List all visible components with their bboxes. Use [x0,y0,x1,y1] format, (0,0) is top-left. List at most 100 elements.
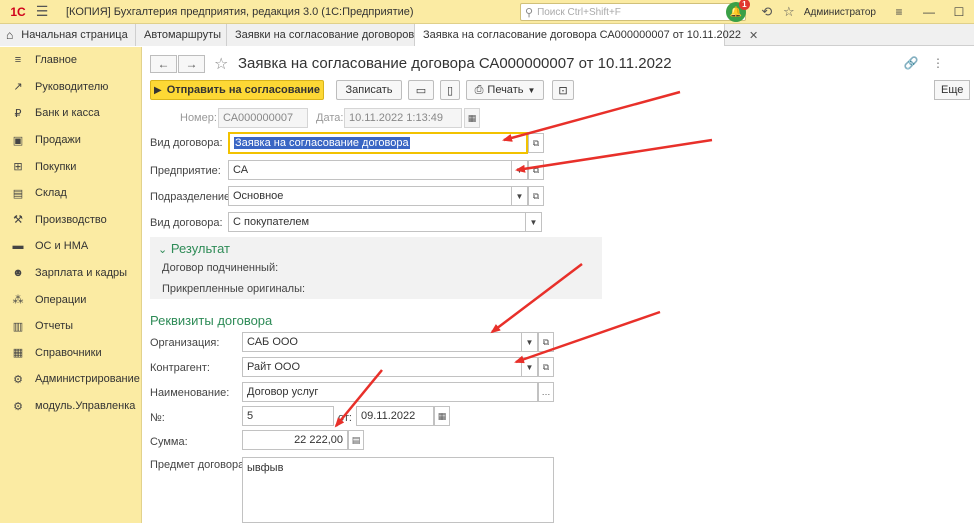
assets-icon: ▬ [12,240,24,253]
settings-icon[interactable]: ≡ [884,5,914,19]
sidebar-item-manager[interactable]: ↗ Руководителю [0,74,141,101]
favorite-star-icon[interactable]: ☆ [214,54,228,74]
app-title: [КОПИЯ] Бухгалтерия предприятия, редакци… [66,5,414,18]
organization-field[interactable]: САБ ООО [242,332,522,352]
calendar-icon[interactable]: ▦ [434,406,450,426]
main-menu-icon[interactable]: ☰ [30,2,54,22]
post-doc-icon[interactable]: ▭ [408,80,434,100]
sidebar-item-label: Покупки [35,160,77,173]
number-label: Номер: [180,112,217,124]
sidebar-item-salary[interactable]: ☻ Зарплата и кадры [0,260,141,287]
notifications-icon[interactable]: 🔔 1 [725,0,750,22]
warehouse-icon: ▤ [12,187,24,200]
ruble-icon: ₽ [14,107,22,120]
chevron-down-icon: ⌄ [158,244,168,256]
subject-textarea[interactable]: ывфыв [242,457,554,523]
search-icon: ⚲ [525,6,534,19]
contract-kind-field[interactable]: Заявка на согласование договора [228,132,528,154]
date-field[interactable]: 10.11.2022 1:13:49 [344,108,462,128]
open-icon[interactable]: ⧉ [528,186,544,206]
tab-contract-requests[interactable]: Заявки на согласование договоров [227,24,415,46]
date-label: Дата: [316,112,344,124]
close-tab-icon[interactable]: ✕ [749,29,758,42]
tab-current-request[interactable]: Заявка на согласование договора СА000000… [415,24,758,46]
sidebar-item-production[interactable]: ⚒ Производство [0,207,141,234]
preview-icon[interactable]: ⊡ [552,80,574,100]
dropdown-icon[interactable]: ▼ [512,160,528,180]
sum-field[interactable]: 22 222,00 [242,430,348,450]
contract-number-field[interactable]: 5 [242,406,334,426]
send-button-label: Отправить на согласование [166,84,321,96]
home-icon: ⌂ [6,28,14,42]
sidebar-item-label: Банк и касса [35,107,100,120]
favorites-star-icon[interactable]: ☆ [778,4,800,20]
name-field[interactable]: Договор услуг [242,382,538,402]
open-icon[interactable]: ⧉ [538,357,554,377]
gear-small-icon: ⚙ [13,400,23,413]
number-field[interactable]: СА000000007 [218,108,308,128]
search-input[interactable]: ⚲ Поиск Ctrl+Shift+F [520,3,746,21]
division-label: Подразделение: [150,191,234,203]
from-date-field[interactable]: 09.11.2022 [356,406,434,426]
calculator-icon[interactable]: ▤ [348,430,364,450]
maximize-icon[interactable]: ☐ [944,5,974,19]
tab-autoroutes[interactable]: Автомаршруты [136,24,227,46]
dropdown-icon[interactable]: ▼ [526,212,542,232]
requisites-title: Реквизиты договора [150,313,273,328]
more-button[interactable]: Еще [934,80,970,100]
send-for-approval-button[interactable]: ▶ Отправить на согласование [150,80,324,100]
forward-arrow-icon[interactable]: → [178,55,205,73]
open-icon[interactable]: ⧉ [538,332,554,352]
sidebar-item-bank[interactable]: ₽ Банк и касса [0,100,141,127]
calendar-icon[interactable]: ▦ [464,108,480,128]
back-arrow-icon[interactable]: ← [150,55,177,73]
sidebar-item-purchases[interactable]: ⊞ Покупки [0,153,141,180]
name-label: Наименование: [150,387,230,399]
sidebar-item-label: модуль.Управленка [35,400,136,413]
result-group-title[interactable]: ⌄ Результат [158,241,230,256]
minimize-icon[interactable]: — [914,5,944,19]
sidebar-item-warehouse[interactable]: ▤ Склад [0,180,141,207]
sidebar-item-main[interactable]: ≡ Главное [0,47,141,74]
division-field[interactable]: Основное [228,186,512,206]
sidebar-item-label: Склад [35,187,67,200]
title-bar-right: 🔔 1 ⟲ ☆ Администратор ≡ — ☐ [725,0,974,24]
reports-icon: ▥ [12,320,24,333]
originals-label: Прикрепленные оригиналы: [162,283,306,295]
dropdown-icon[interactable]: ▼ [512,186,528,206]
link-icon[interactable]: 🔗 [904,56,919,70]
open-icon[interactable]: ⧉ [528,133,544,153]
enterprise-field[interactable]: СА [228,160,512,180]
sidebar-item-assets[interactable]: ▬ ОС и НМА [0,233,141,260]
cart-sales-icon: ▣ [12,134,24,147]
result-group: ⌄ Результат Договор подчиненный: Прикреп… [150,237,602,299]
contract-kind-value: Заявка на согласование договора [234,137,410,149]
sidebar-item-admin[interactable]: ⚙ Администрирование [0,366,141,393]
document-icon[interactable]: ▯ [440,80,460,100]
sidebar-item-catalogs[interactable]: ▦ Справочники [0,340,141,367]
books-icon: ▦ [12,347,24,360]
select-ellipsis-icon[interactable]: … [538,382,554,402]
tab-home[interactable]: ⌂ Начальная страница [0,24,136,46]
print-button[interactable]: ⎙ Печать ▼ [466,80,544,100]
open-icon[interactable]: ⧉ [528,160,544,180]
result-title: Результат [170,241,230,256]
more-vertical-icon[interactable]: ⋮ [932,56,944,70]
sidebar-item-label: Руководителю [35,80,109,93]
save-button[interactable]: Записать [336,80,402,100]
sidebar-item-reports[interactable]: ▥ Отчеты [0,313,141,340]
sidebar-item-operations[interactable]: ⁂ Операции [0,286,141,313]
sum-label: Сумма: [150,436,188,448]
tab-label: Начальная страница [21,29,128,41]
dropdown-icon[interactable]: ▼ [522,357,538,377]
print-button-label: Печать [487,84,524,96]
sidebar-item-module[interactable]: ⚙ модуль.Управленка [0,393,141,420]
contract-type-field[interactable]: С покупателем [228,212,526,232]
sidebar-item-sales[interactable]: ▣ Продажи [0,127,141,154]
search-placeholder: Поиск Ctrl+Shift+F [537,6,621,18]
sidebar-item-label: ОС и НМА [35,240,89,253]
user-name[interactable]: Администратор [804,7,876,18]
counterparty-field[interactable]: Райт ООО [242,357,522,377]
dropdown-icon[interactable]: ▼ [522,332,538,352]
history-icon[interactable]: ⟲ [756,4,778,20]
